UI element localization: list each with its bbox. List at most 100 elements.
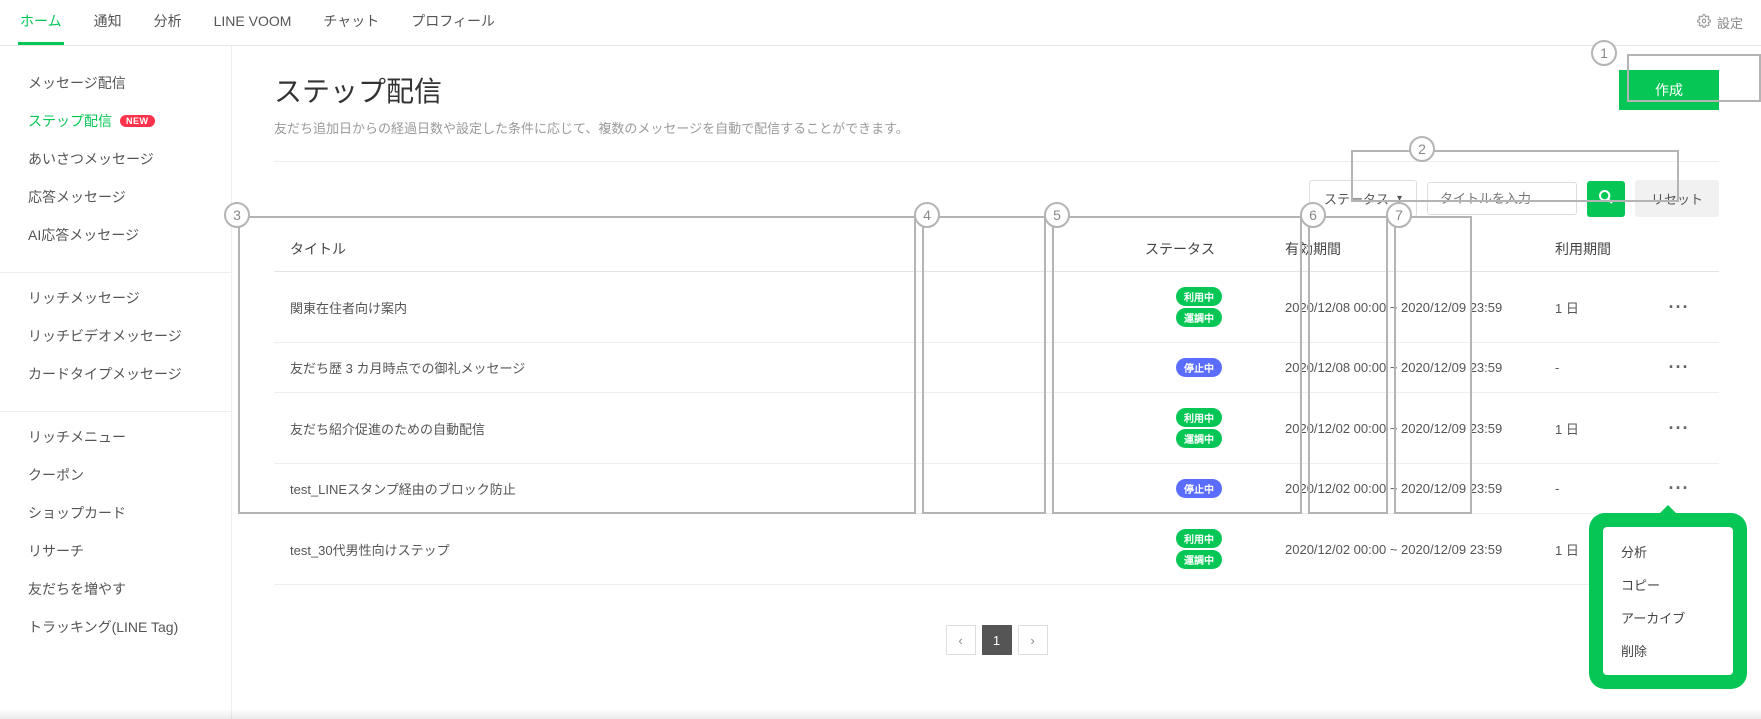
search-icon	[1598, 189, 1614, 208]
new-badge: NEW	[120, 115, 155, 127]
sidebar-item-2-5[interactable]: トラッキング(LINE Tag)	[0, 608, 231, 646]
sidebar-item-1-0[interactable]: リッチメッセージ	[0, 279, 231, 317]
reset-button[interactable]: リセット	[1635, 180, 1719, 217]
settings-link[interactable]: 設定	[1697, 13, 1743, 32]
cell-status: 利用中運調中	[1129, 393, 1269, 464]
sidebar-item-0-1[interactable]: ステップ配信 NEW	[0, 102, 231, 140]
table-row[interactable]: 友だち紹介促進のための自動配信利用中運調中2020/12/02 00:00 ~ …	[274, 393, 1719, 464]
col-status: ステータス	[1129, 227, 1269, 272]
sidebar-item-label: 友だちを増やす	[28, 579, 126, 599]
cell-title: 友だち紹介促進のための自動配信	[274, 393, 1129, 464]
cell-usage: -	[1539, 464, 1639, 514]
topnav-tab-3[interactable]: LINE VOOM	[212, 0, 294, 45]
col-valid-period: 有効期間	[1269, 227, 1539, 272]
sidebar-item-label: トラッキング(LINE Tag)	[28, 617, 178, 637]
sidebar-item-2-0[interactable]: リッチメニュー	[0, 418, 231, 456]
sidebar-item-2-3[interactable]: リサーチ	[0, 532, 231, 570]
page-shadow	[0, 709, 1761, 719]
sidebar-item-label: AI応答メッセージ	[28, 225, 139, 245]
sidebar-item-0-0[interactable]: メッセージ配信	[0, 64, 231, 102]
context-menu-item-3[interactable]: 削除	[1603, 634, 1733, 667]
callout-2: 2	[1409, 136, 1435, 162]
sidebar-divider	[0, 272, 231, 273]
page-description: 友だち追加日からの経過日数や設定した条件に応じて、複数のメッセージを自動で配信す…	[274, 118, 909, 137]
sidebar-item-2-1[interactable]: クーポン	[0, 456, 231, 494]
settings-label: 設定	[1717, 13, 1743, 32]
topnav-tab-2[interactable]: 分析	[152, 0, 184, 45]
chevron-left-icon: ‹	[958, 633, 962, 648]
row-menu-button[interactable]: ···	[1639, 343, 1719, 393]
topnav-tab-5[interactable]: プロフィール	[409, 0, 497, 45]
table-row[interactable]: 関東在住者向け案内利用中運調中2020/12/08 00:00 ~ 2020/1…	[274, 272, 1719, 343]
cell-valid-period: 2020/12/02 00:00 ~ 2020/12/09 23:59	[1269, 464, 1539, 514]
sidebar-item-label: クーポン	[28, 465, 84, 485]
status-pill-running: 運調中	[1176, 308, 1222, 327]
sidebar-item-1-2[interactable]: カードタイプメッセージ	[0, 355, 231, 393]
create-button[interactable]: 作成	[1619, 70, 1719, 110]
table-row[interactable]: test_30代男性向けステップ利用中運調中2020/12/02 00:00 ~…	[274, 514, 1719, 585]
sidebar-item-label: ステップ配信	[28, 111, 112, 131]
dots-icon: ···	[1669, 357, 1690, 377]
cell-title: 友だち歴 3 カ月時点での御礼メッセージ	[274, 343, 1129, 393]
sidebar-item-label: リッチビデオメッセージ	[28, 326, 182, 346]
cell-valid-period: 2020/12/02 00:00 ~ 2020/12/09 23:59	[1269, 393, 1539, 464]
sidebar-item-label: カードタイプメッセージ	[28, 364, 182, 384]
sidebar-item-0-2[interactable]: あいさつメッセージ	[0, 140, 231, 178]
page-next-button[interactable]: ›	[1018, 625, 1048, 655]
row-menu-button[interactable]: ···	[1639, 393, 1719, 464]
status-pill-using: 利用中	[1176, 529, 1222, 548]
topnav-tab-0[interactable]: ホーム	[18, 0, 64, 45]
search-button[interactable]	[1587, 181, 1625, 217]
cell-title: 関東在住者向け案内	[274, 272, 1129, 343]
top-nav: ホーム通知分析 LINE VOOM チャットプロフィール 設定	[0, 0, 1761, 46]
page-number-button[interactable]: 1	[982, 625, 1012, 655]
divider	[274, 161, 1719, 162]
cell-status: 利用中運調中	[1129, 272, 1269, 343]
chevron-right-icon: ›	[1030, 633, 1034, 648]
sidebar-divider	[0, 411, 231, 412]
topnav-tab-4[interactable]: チャット	[321, 0, 381, 45]
table-row[interactable]: 友だち歴 3 カ月時点での御礼メッセージ 停止中 2020/12/08 00:00 …	[274, 343, 1719, 393]
row-menu-button[interactable]: ···	[1639, 272, 1719, 343]
sidebar: メッセージ配信ステップ配信 NEW あいさつメッセージ応答メッセージ AI応答メッセー…	[0, 46, 232, 719]
status-pill-running: 運調中	[1176, 550, 1222, 569]
col-usage-period: 利用期間	[1539, 227, 1639, 272]
sidebar-item-2-4[interactable]: 友だちを増やす	[0, 570, 231, 608]
search-input[interactable]	[1427, 182, 1577, 215]
cell-title: test_30代男性向けステップ	[274, 514, 1129, 585]
context-menu-item-2[interactable]: アーカイブ	[1603, 601, 1733, 634]
cell-usage: -	[1539, 343, 1639, 393]
context-menu-item-1[interactable]: コピー	[1603, 568, 1733, 601]
sidebar-item-label: メッセージ配信	[28, 73, 126, 93]
gear-icon	[1697, 14, 1711, 31]
context-menu-bubble: 分析コピーアーカイブ削除	[1589, 513, 1747, 689]
cell-status: 停止中	[1129, 464, 1269, 514]
main-content: 1 2 3 4 5 6 7 ステップ配信 友だち追加日からの経過日数や設定した条…	[232, 46, 1761, 719]
dots-icon: ···	[1669, 297, 1690, 317]
sidebar-item-label: あいさつメッセージ	[28, 149, 154, 169]
status-pill-using: 利用中	[1176, 408, 1222, 427]
cell-status: 利用中運調中	[1129, 514, 1269, 585]
callout-4: 4	[914, 202, 940, 228]
col-title: タイトル	[274, 227, 1129, 272]
page-prev-button[interactable]: ‹	[946, 625, 976, 655]
sidebar-item-1-1[interactable]: リッチビデオメッセージ	[0, 317, 231, 355]
status-pill-stopped: 停止中	[1176, 479, 1222, 498]
table-row[interactable]: test_LINEスタンプ経由のブロック防止 停止中 2020/12/02 00:0…	[274, 464, 1719, 514]
cell-status: 停止中	[1129, 343, 1269, 393]
status-pill-stopped: 停止中	[1176, 358, 1222, 377]
callout-3: 3	[224, 202, 250, 228]
sidebar-item-2-2[interactable]: ショップカード	[0, 494, 231, 532]
cell-valid-period: 2020/12/08 00:00 ~ 2020/12/09 23:59	[1269, 272, 1539, 343]
sidebar-item-label: 応答メッセージ	[28, 187, 126, 207]
cell-title: test_LINEスタンプ経由のブロック防止	[274, 464, 1129, 514]
cell-valid-period: 2020/12/08 00:00 ~ 2020/12/09 23:59	[1269, 343, 1539, 393]
sidebar-item-0-3[interactable]: 応答メッセージ	[0, 178, 231, 216]
sidebar-item-0-4[interactable]: AI応答メッセージ	[0, 216, 231, 254]
topnav-tab-1[interactable]: 通知	[92, 0, 124, 45]
pagination: ‹ 1 ›	[274, 625, 1719, 655]
sidebar-item-label: リッチメッセージ	[28, 288, 140, 308]
context-menu-item-0[interactable]: 分析	[1603, 535, 1733, 568]
sidebar-item-label: ショップカード	[28, 503, 126, 523]
page-title: ステップ配信	[274, 70, 909, 110]
